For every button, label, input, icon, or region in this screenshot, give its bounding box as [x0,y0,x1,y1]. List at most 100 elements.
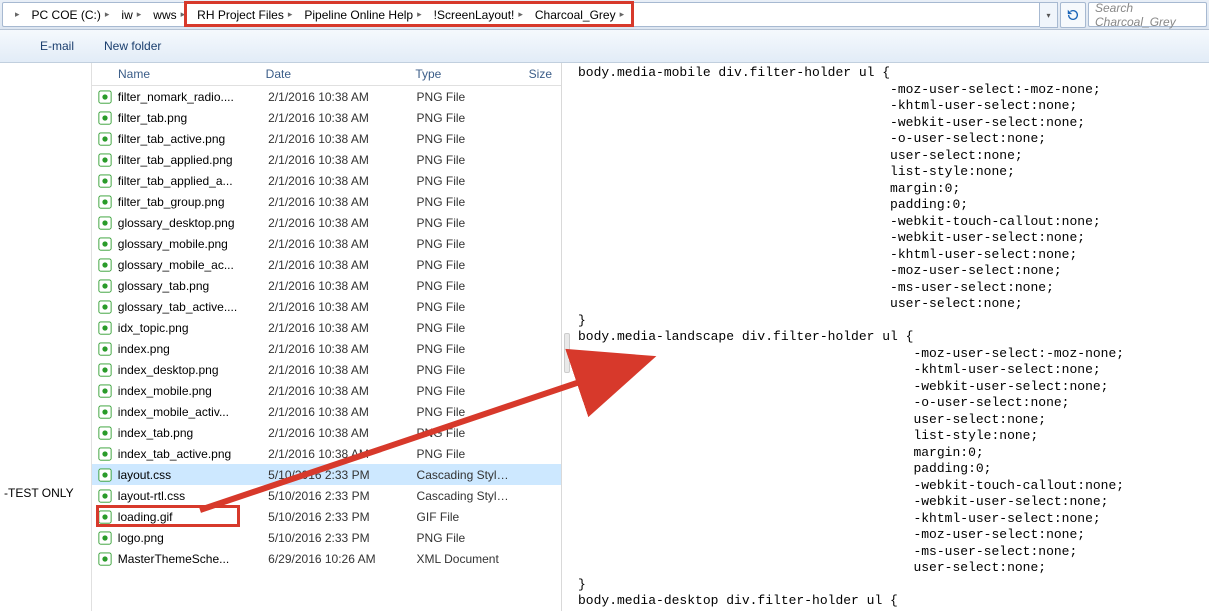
file-date: 5/10/2016 2:33 PM [260,489,408,503]
file-type: PNG File [409,237,520,251]
file-name: layout-rtl.css [114,489,260,503]
file-list-pane: Name Date Type Size filter_nomark_radio.… [92,63,562,611]
file-row[interactable]: glossary_desktop.png2/1/2016 10:38 AMPNG… [92,212,561,233]
chevron-right-icon: ▸ [620,9,625,20]
column-icon[interactable] [92,63,110,85]
file-name: idx_topic.png [114,321,260,335]
file-row[interactable]: filter_tab_applied.png2/1/2016 10:38 AMP… [92,149,561,170]
file-row[interactable]: filter_nomark_radio....2/1/2016 10:38 AM… [92,86,561,107]
file-row[interactable]: index_tab_active.png2/1/2016 10:38 AMPNG… [92,443,561,464]
file-name: glossary_tab.png [114,279,260,293]
file-name: filter_tab_group.png [114,195,260,209]
css-file-icon [96,467,114,483]
file-list[interactable]: filter_nomark_radio....2/1/2016 10:38 AM… [92,86,561,611]
png-file-icon [96,152,114,168]
file-row[interactable]: glossary_tab_active....2/1/2016 10:38 AM… [92,296,561,317]
file-name: glossary_mobile_ac... [114,258,260,272]
file-row[interactable]: filter_tab.png2/1/2016 10:38 AMPNG File [92,107,561,128]
column-size[interactable]: Size [519,63,561,85]
file-row[interactable]: index_mobile.png2/1/2016 10:38 AMPNG Fil… [92,380,561,401]
breadcrumb-item[interactable]: wws▸ [147,3,191,26]
file-type: Cascading Style S... [409,468,520,482]
column-headers[interactable]: Name Date Type Size [92,63,561,86]
file-date: 5/10/2016 2:33 PM [260,510,408,524]
file-date: 2/1/2016 10:38 AM [260,111,408,125]
file-row[interactable]: layout.css5/10/2016 2:33 PMCascading Sty… [92,464,561,485]
file-date: 2/1/2016 10:38 AM [260,174,408,188]
file-row[interactable]: MasterThemeSche...6/29/2016 10:26 AMXML … [92,548,561,569]
refresh-button[interactable] [1060,2,1086,28]
png-file-icon [96,236,114,252]
preview-pane: body.media-mobile div.filter-holder ul {… [572,63,1209,611]
file-row[interactable]: loading.gif5/10/2016 2:33 PMGIF File [92,506,561,527]
file-row[interactable]: idx_topic.png2/1/2016 10:38 AMPNG File [92,317,561,338]
file-row[interactable]: filter_tab_active.png2/1/2016 10:38 AMPN… [92,128,561,149]
nav-item[interactable]: -TEST ONLY [4,483,91,503]
navigation-pane[interactable]: -TEST ONLY [0,63,92,611]
png-file-icon [96,404,114,420]
file-row[interactable]: glossary_tab.png2/1/2016 10:38 AMPNG Fil… [92,275,561,296]
file-name: logo.png [114,531,260,545]
file-type: PNG File [409,447,520,461]
address-bar: ▸ PC COE (C:)▸iw▸wws▸RH Project Files▸Pi… [0,0,1209,30]
file-type: PNG File [409,426,520,440]
file-row[interactable]: filter_tab_group.png2/1/2016 10:38 AMPNG… [92,191,561,212]
file-row[interactable]: glossary_mobile_ac...2/1/2016 10:38 AMPN… [92,254,561,275]
breadcrumb-item[interactable]: PC COE (C:) ▸ [26,3,116,26]
address-dropdown-icon[interactable]: ▾ [1040,2,1058,28]
file-date: 2/1/2016 10:38 AM [260,405,408,419]
file-row[interactable]: index_desktop.png2/1/2016 10:38 AMPNG Fi… [92,359,561,380]
file-row[interactable]: logo.png5/10/2016 2:33 PMPNG File [92,527,561,548]
file-date: 2/1/2016 10:38 AM [260,363,408,377]
file-row[interactable]: layout-rtl.css5/10/2016 2:33 PMCascading… [92,485,561,506]
file-name: layout.css [114,468,260,482]
breadcrumb[interactable]: ▸ PC COE (C:)▸iw▸wws▸RH Project Files▸Pi… [2,2,1040,27]
file-row[interactable]: filter_tab_applied_a...2/1/2016 10:38 AM… [92,170,561,191]
png-file-icon [96,131,114,147]
file-date: 2/1/2016 10:38 AM [260,321,408,335]
breadcrumb-label: RH Project Files [197,8,284,22]
breadcrumb-item[interactable]: !ScreenLayout!▸ [428,3,529,26]
column-date[interactable]: Date [258,63,408,85]
splitter[interactable] [562,63,572,611]
file-type: PNG File [409,384,520,398]
file-name: filter_tab_applied.png [114,153,260,167]
file-type: PNG File [409,90,520,104]
new-folder-button[interactable]: New folder [104,39,161,53]
breadcrumb-label: iw [121,8,132,22]
file-name: MasterThemeSche... [114,552,260,566]
file-type: PNG File [409,132,520,146]
breadcrumb-item[interactable]: RH Project Files▸ [191,3,298,26]
png-file-icon [96,299,114,315]
file-type: PNG File [409,153,520,167]
file-type: PNG File [409,195,520,209]
splitter-handle-icon[interactable] [564,333,570,373]
file-date: 2/1/2016 10:38 AM [260,279,408,293]
file-row[interactable]: index.png2/1/2016 10:38 AMPNG File [92,338,561,359]
file-type: PNG File [409,258,520,272]
file-type: PNG File [409,174,520,188]
css-file-icon [96,488,114,504]
column-type[interactable]: Type [407,63,519,85]
file-date: 2/1/2016 10:38 AM [260,384,408,398]
file-type: PNG File [409,342,520,356]
breadcrumb-item[interactable]: iw▸ [115,3,147,26]
file-row[interactable]: index_tab.png2/1/2016 10:38 AMPNG File [92,422,561,443]
email-button[interactable]: E-mail [40,39,74,53]
file-row[interactable]: index_mobile_activ...2/1/2016 10:38 AMPN… [92,401,561,422]
file-date: 5/10/2016 2:33 PM [260,531,408,545]
breadcrumb-back-icon[interactable]: ▸ [5,3,26,26]
column-name[interactable]: Name [110,63,258,85]
file-type: GIF File [409,510,520,524]
file-date: 2/1/2016 10:38 AM [260,153,408,167]
breadcrumb-label: PC COE (C:) [32,8,101,22]
breadcrumb-item[interactable]: Charcoal_Grey▸ [529,3,630,26]
png-file-icon [96,446,114,462]
png-file-icon [96,278,114,294]
file-name: index.png [114,342,260,356]
file-row[interactable]: glossary_mobile.png2/1/2016 10:38 AMPNG … [92,233,561,254]
search-input[interactable]: Search Charcoal_Grey [1088,2,1207,27]
breadcrumb-item[interactable]: Pipeline Online Help▸ [298,3,427,26]
file-name: index_tab.png [114,426,260,440]
chevron-right-icon: ▸ [105,9,110,20]
